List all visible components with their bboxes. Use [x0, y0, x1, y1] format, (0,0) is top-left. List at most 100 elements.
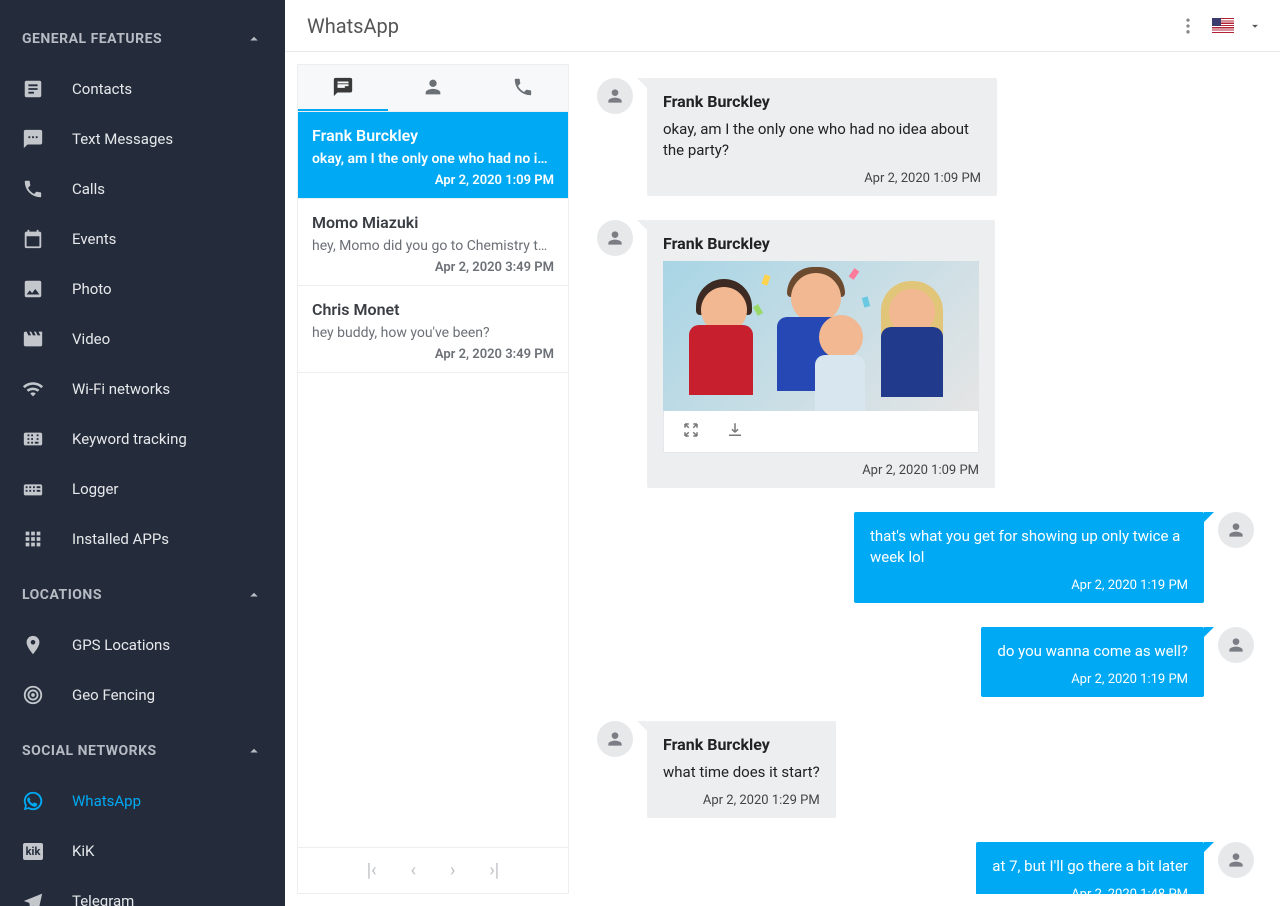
messages-pane: Frank Burckley okay, am I the only one w… [583, 64, 1268, 894]
sidebar-item-events[interactable]: Events [0, 214, 285, 264]
chat-name: Frank Burckley [312, 126, 554, 145]
sidebar-item-label: Logger [72, 480, 119, 498]
chat-time: Apr 2, 2020 1:09 PM [312, 173, 554, 188]
side-section-locations: LOCATIONS GPS Locations Geo Fencing [0, 574, 285, 720]
chat-preview: hey buddy, how you've been? [312, 325, 554, 341]
message-text: at 7, but I'll go there a bit later [992, 856, 1188, 877]
pager-last-icon[interactable]: ›| [489, 860, 499, 881]
sidebar-item-kik[interactable]: kik KiK [0, 826, 285, 876]
chevron-up-icon [245, 30, 263, 48]
sidebar-item-wifi[interactable]: Wi-Fi networks [0, 364, 285, 414]
pager: |‹ ‹ › ›| [298, 847, 568, 893]
chevron-down-icon[interactable] [1248, 19, 1262, 33]
page-title: WhatsApp [307, 14, 399, 38]
message-text: that's what you get for showing up only … [870, 526, 1188, 568]
telegram-icon [22, 890, 44, 906]
tab-calls[interactable] [478, 65, 568, 111]
avatar [1218, 512, 1254, 548]
sidebar-item-whatsapp[interactable]: WhatsApp [0, 776, 285, 826]
sidebar-item-geofencing[interactable]: Geo Fencing [0, 670, 285, 720]
sidebar-item-label: WhatsApp [72, 792, 141, 810]
more-icon[interactable] [1178, 16, 1198, 36]
message-bubble: do you wanna come as well? Apr 2, 2020 1… [981, 627, 1204, 697]
messages-icon [332, 76, 354, 98]
sidebar-item-contacts[interactable]: Contacts [0, 64, 285, 114]
event-icon [22, 228, 44, 250]
sidebar-item-calls[interactable]: Calls [0, 164, 285, 214]
sidebar: GENERAL FEATURES Contacts Text Messages … [0, 0, 285, 906]
sidebar-item-logger[interactable]: Logger [0, 464, 285, 514]
sidebar-item-label: Keyword tracking [72, 430, 187, 448]
tab-contacts[interactable] [388, 65, 478, 111]
chat-item[interactable]: Chris Monet hey buddy, how you've been? … [298, 286, 568, 373]
sidebar-item-label: KiK [72, 842, 94, 860]
message-bubble: Frank Burckley what time does it start? … [647, 721, 836, 818]
message-row-out: at 7, but I'll go there a bit later Apr … [597, 842, 1254, 894]
content: Frank Burckley okay, am I the only one w… [285, 52, 1280, 906]
chat-name: Chris Monet [312, 300, 554, 319]
expand-icon[interactable] [682, 421, 700, 443]
attachment [663, 261, 979, 453]
sidebar-item-label: Geo Fencing [72, 686, 155, 704]
sidebar-item-gps[interactable]: GPS Locations [0, 620, 285, 670]
chat-time: Apr 2, 2020 3:49 PM [312, 260, 554, 275]
keyboard-icon [22, 428, 44, 450]
sidebar-item-label: GPS Locations [72, 636, 170, 654]
sidebar-item-label: Text Messages [72, 130, 173, 148]
message-sender: Frank Burckley [663, 735, 820, 754]
message-time: Apr 2, 2020 1:09 PM [663, 463, 979, 478]
chat-item[interactable]: Frank Burckley okay, am I the only one w… [298, 112, 568, 199]
sidebar-item-label: Photo [72, 280, 112, 298]
whatsapp-icon [22, 790, 44, 812]
message-text: what time does it start? [663, 762, 820, 783]
download-icon[interactable] [726, 421, 744, 443]
message-row-in: Frank Burckley okay, am I the only one w… [597, 78, 1254, 196]
chatlist-tabs [298, 65, 568, 112]
side-header-label: LOCATIONS [22, 587, 102, 603]
topbar-right [1178, 16, 1262, 36]
sidebar-item-label: Telegram [72, 892, 134, 906]
attachment-image [663, 261, 979, 411]
sidebar-item-keyword[interactable]: Keyword tracking [0, 414, 285, 464]
message-time: Apr 2, 2020 1:19 PM [870, 578, 1188, 593]
side-header-locations[interactable]: LOCATIONS [0, 574, 285, 620]
topbar: WhatsApp [285, 0, 1280, 52]
chat-preview: hey, Momo did you go to Chemistry to… [312, 238, 554, 254]
message-bubble: that's what you get for showing up only … [854, 512, 1204, 603]
chat-preview: okay, am I the only one who had no ide… [312, 151, 554, 167]
chat-item[interactable]: Momo Miazuki hey, Momo did you go to Che… [298, 199, 568, 286]
message-row-in: Frank Burckley what time does it start? … [597, 721, 1254, 818]
call-icon [22, 178, 44, 200]
sidebar-item-telegram[interactable]: Telegram [0, 876, 285, 906]
message-row-in: Frank Burckley [597, 220, 1254, 488]
chevron-up-icon [245, 742, 263, 760]
target-icon [22, 684, 44, 706]
main: WhatsApp Frank Burckley okay, am I the o… [285, 0, 1280, 906]
message-time: Apr 2, 2020 1:48 PM [992, 887, 1188, 894]
pager-first-icon[interactable]: |‹ [367, 860, 377, 881]
sidebar-item-video[interactable]: Video [0, 314, 285, 364]
side-header-social[interactable]: SOCIAL NETWORKS [0, 730, 285, 776]
message-time: Apr 2, 2020 1:19 PM [997, 672, 1188, 687]
sidebar-item-label: Video [72, 330, 110, 348]
sidebar-item-photo[interactable]: Photo [0, 264, 285, 314]
sidebar-item-text-messages[interactable]: Text Messages [0, 114, 285, 164]
flag-us-icon[interactable] [1212, 18, 1234, 33]
tab-messages[interactable] [298, 65, 388, 111]
message-row-out: do you wanna come as well? Apr 2, 2020 1… [597, 627, 1254, 697]
message-row-out: that's what you get for showing up only … [597, 512, 1254, 603]
sidebar-item-label: Calls [72, 180, 105, 198]
photo-icon [22, 278, 44, 300]
pager-prev-icon[interactable]: ‹ [411, 860, 416, 881]
avatar [597, 721, 633, 757]
kik-icon: kik [22, 840, 44, 862]
phone-icon [512, 76, 534, 98]
side-header-general[interactable]: GENERAL FEATURES [0, 18, 285, 64]
sidebar-item-label: Installed APPs [72, 530, 169, 548]
person-icon [422, 76, 444, 98]
wifi-icon [22, 378, 44, 400]
sidebar-item-apps[interactable]: Installed APPs [0, 514, 285, 564]
message-time: Apr 2, 2020 1:29 PM [663, 793, 820, 808]
side-section-social: SOCIAL NETWORKS WhatsApp kik KiK Telegram [0, 730, 285, 906]
pager-next-icon[interactable]: › [450, 860, 455, 881]
